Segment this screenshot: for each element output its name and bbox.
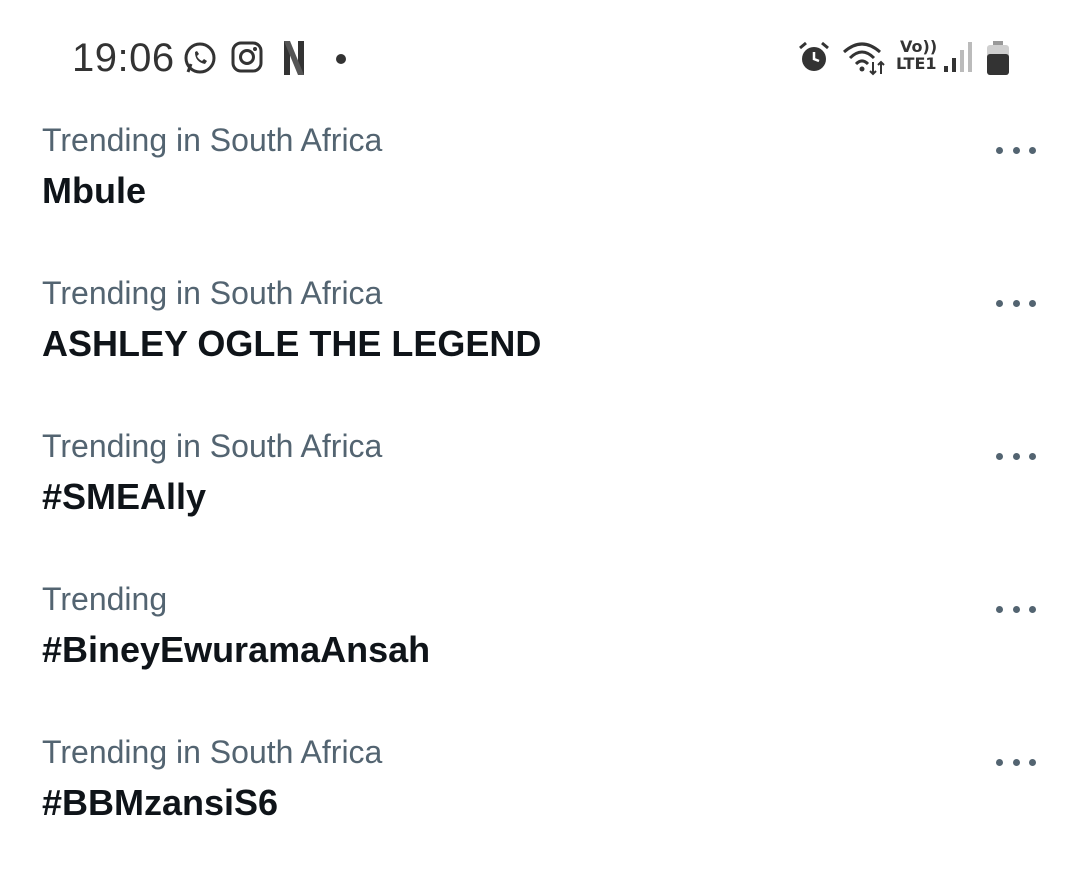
trend-item[interactable]: Trending in South Africa #BBMzansiS6 <box>0 722 1080 875</box>
alarm-icon <box>799 41 829 71</box>
trend-title[interactable]: #SMEAlly <box>42 476 206 518</box>
instagram-icon <box>231 41 263 73</box>
lte-label: LTE1 <box>896 54 937 73</box>
signal-icon <box>944 42 972 72</box>
more-options-icon[interactable] <box>996 446 1036 466</box>
trend-context: Trending in South Africa <box>42 734 383 770</box>
more-options-icon[interactable] <box>996 752 1036 772</box>
notification-dot <box>336 54 346 64</box>
more-options-icon[interactable] <box>996 599 1036 619</box>
whatsapp-icon <box>184 42 216 74</box>
trend-item[interactable]: Trending in South Africa #SMEAlly <box>0 416 1080 569</box>
volte-label: Vo)) <box>900 37 938 56</box>
trend-title[interactable]: #BBMzansiS6 <box>42 782 278 824</box>
trend-context: Trending <box>42 581 168 617</box>
trend-title[interactable]: Mbule <box>42 170 146 212</box>
trend-item[interactable]: Trending in South Africa ASHLEY OGLE THE… <box>0 263 1080 416</box>
trend-item[interactable]: Trending #BineyEwuramaAnsah <box>0 569 1080 722</box>
trend-title[interactable]: ASHLEY OGLE THE LEGEND <box>42 323 541 365</box>
trend-title[interactable]: #BineyEwuramaAnsah <box>42 629 430 671</box>
status-bar: 19:06 Vo)) LTE1 <box>0 0 1080 110</box>
trend-context: Trending in South Africa <box>42 275 383 311</box>
more-options-icon[interactable] <box>996 140 1036 160</box>
battery-icon <box>987 41 1009 75</box>
trend-context: Trending in South Africa <box>42 428 383 464</box>
netflix-icon <box>284 41 304 75</box>
more-options-icon[interactable] <box>996 293 1036 313</box>
volte-indicator: Vo)) LTE1 <box>896 37 938 73</box>
wifi-icon <box>843 42 885 76</box>
trend-item[interactable]: Trending in South Africa Mbule <box>0 110 1080 263</box>
trend-context: Trending in South Africa <box>42 122 383 158</box>
trends-list: Trending in South Africa Mbule Trending … <box>0 110 1080 875</box>
status-time: 19:06 <box>72 36 175 80</box>
